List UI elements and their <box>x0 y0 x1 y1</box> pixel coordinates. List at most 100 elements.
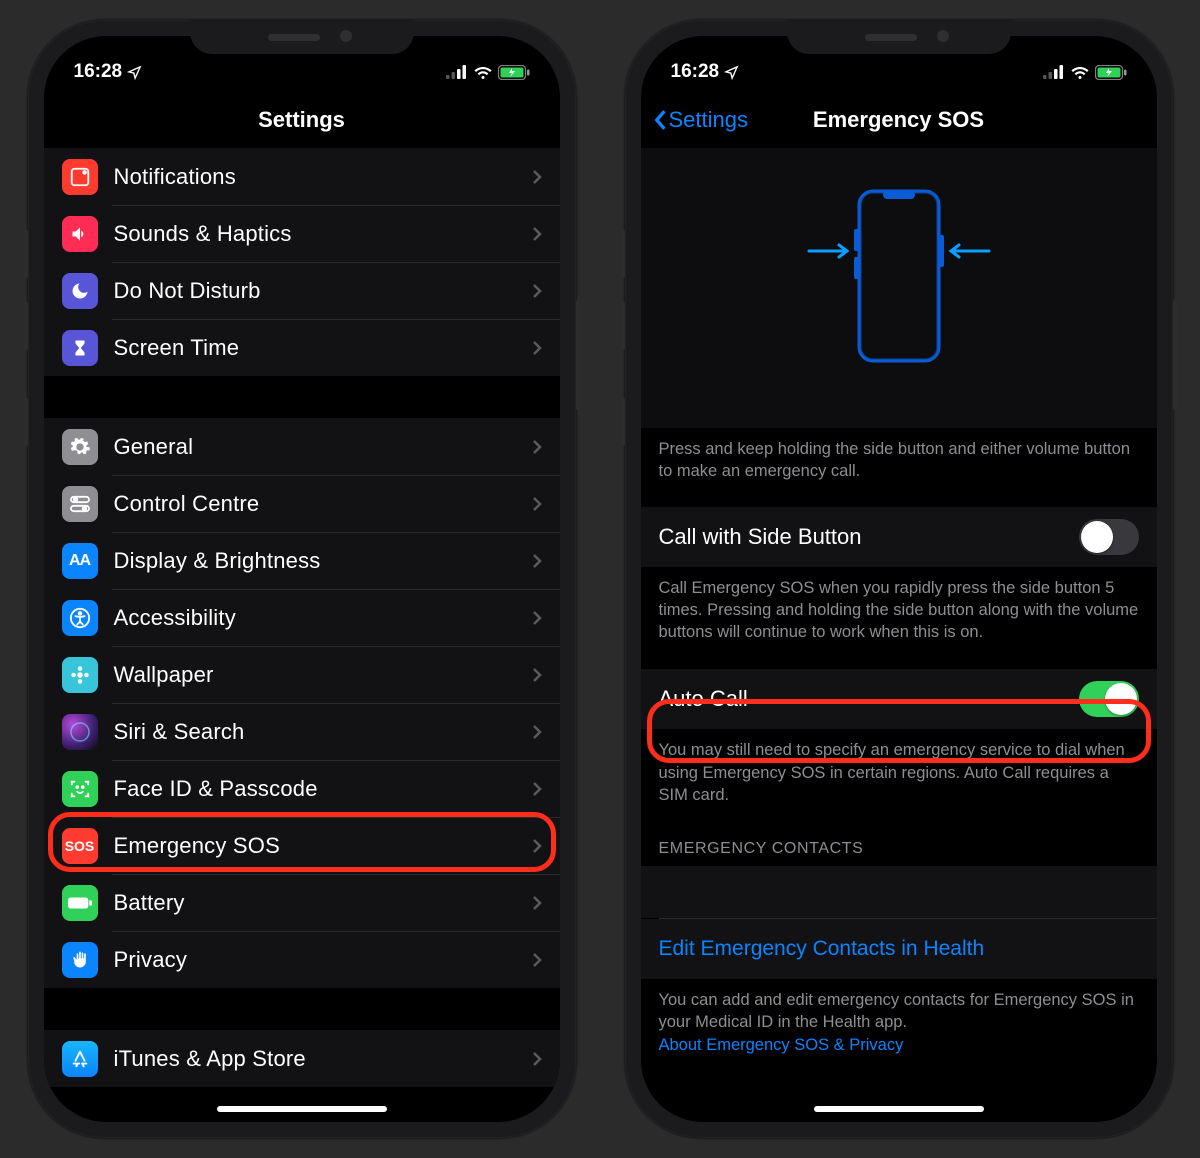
chevron-left-icon <box>653 109 667 131</box>
battery-cell-icon <box>62 885 98 921</box>
nav-header: Settings Emergency SOS <box>641 92 1157 148</box>
face-id-icon <box>62 771 98 807</box>
sos-icon: SOS <box>62 828 98 864</box>
cell-sos[interactable]: SOS Emergency SOS <box>44 817 560 874</box>
appstore-icon <box>62 1041 98 1077</box>
cell-display[interactable]: AA Display & Brightness <box>44 532 560 589</box>
link-label: Edit Emergency Contacts in Health <box>659 937 985 961</box>
cell-siri[interactable]: Siri & Search <box>44 703 560 760</box>
settings-list[interactable]: Notifications Sounds & Haptics Do Not Di… <box>44 148 560 1122</box>
accessibility-icon <box>62 600 98 636</box>
cellular-icon <box>446 65 468 79</box>
settings-group-3: iTunes & App Store <box>44 1030 560 1087</box>
cell-label: General <box>114 434 532 460</box>
chevron-right-icon <box>532 781 542 797</box>
chevron-right-icon <box>532 724 542 740</box>
cell-privacy[interactable]: Privacy <box>44 931 560 988</box>
auto-call-row[interactable]: Auto Call <box>641 669 1157 729</box>
cell-notifications[interactable]: Notifications <box>44 148 560 205</box>
cell-sounds[interactable]: Sounds & Haptics <box>44 205 560 262</box>
call-side-caption: Call Emergency SOS when you rapidly pres… <box>641 567 1157 644</box>
chevron-right-icon <box>532 952 542 968</box>
wifi-icon <box>1070 65 1090 79</box>
call-with-side-button-row[interactable]: Call with Side Button <box>641 507 1157 567</box>
phone-press-illustration-icon <box>789 183 1009 393</box>
moon-icon <box>62 273 98 309</box>
gear-icon <box>62 429 98 465</box>
chevron-right-icon <box>532 226 542 242</box>
switch-label: Call with Side Button <box>659 524 862 550</box>
flower-icon <box>62 657 98 693</box>
chevron-right-icon <box>532 838 542 854</box>
cell-general[interactable]: General <box>44 418 560 475</box>
screen-settings: 16:28 Settings Notifications <box>44 36 560 1122</box>
emergency-contacts-header: EMERGENCY CONTACTS <box>641 806 1157 866</box>
cell-label: Face ID & Passcode <box>114 776 532 802</box>
about-sos-privacy-link[interactable]: About Emergency SOS & Privacy <box>659 1034 1139 1056</box>
auto-call-caption: You may still need to specify an emergen… <box>641 729 1157 806</box>
cell-wallpaper[interactable]: Wallpaper <box>44 646 560 703</box>
cell-label: Screen Time <box>114 335 532 361</box>
home-indicator[interactable] <box>814 1106 984 1112</box>
chevron-right-icon <box>532 610 542 626</box>
chevron-right-icon <box>532 667 542 683</box>
chevron-right-icon <box>532 340 542 356</box>
status-time: 16:28 <box>74 61 123 83</box>
auto-call-toggle[interactable] <box>1079 681 1139 717</box>
sos-illustration <box>641 148 1157 428</box>
cell-label: Battery <box>114 890 532 916</box>
home-indicator[interactable] <box>217 1106 387 1112</box>
location-icon <box>127 65 142 80</box>
wifi-icon <box>473 65 493 79</box>
cell-battery[interactable]: Battery <box>44 874 560 931</box>
battery-icon <box>498 65 530 80</box>
cell-label: Privacy <box>114 947 532 973</box>
cell-screentime[interactable]: Screen Time <box>44 319 560 376</box>
cell-controlcentre[interactable]: Control Centre <box>44 475 560 532</box>
sos-content[interactable]: Press and keep holding the side button a… <box>641 148 1157 1122</box>
cellular-icon <box>1043 65 1065 79</box>
switches-icon <box>62 486 98 522</box>
contacts-empty <box>641 866 1157 918</box>
cell-label: Accessibility <box>114 605 532 631</box>
status-time: 16:28 <box>671 61 720 83</box>
chevron-right-icon <box>532 553 542 569</box>
notch <box>190 20 414 54</box>
cell-label: Emergency SOS <box>114 833 532 859</box>
sounds-icon <box>62 216 98 252</box>
notifications-icon <box>62 159 98 195</box>
nav-header: Settings <box>44 92 560 148</box>
cell-label: Notifications <box>114 164 532 190</box>
text-size-icon: AA <box>62 543 98 579</box>
phone-left: 16:28 Settings Notifications <box>28 20 576 1138</box>
hand-icon <box>62 942 98 978</box>
chevron-right-icon <box>532 283 542 299</box>
call-side-toggle[interactable] <box>1079 519 1139 555</box>
battery-icon <box>1095 65 1127 80</box>
back-button[interactable]: Settings <box>653 107 749 133</box>
chevron-right-icon <box>532 895 542 911</box>
settings-group-2: General Control Centre AA Display & Brig… <box>44 418 560 988</box>
cell-appstore[interactable]: iTunes & App Store <box>44 1030 560 1087</box>
cell-accessibility[interactable]: Accessibility <box>44 589 560 646</box>
cell-dnd[interactable]: Do Not Disturb <box>44 262 560 319</box>
switch-label: Auto Call <box>659 686 748 712</box>
notch <box>787 20 1011 54</box>
location-icon <box>724 65 739 80</box>
page-title: Emergency SOS <box>813 107 984 133</box>
siri-icon <box>62 714 98 750</box>
cell-label: Display & Brightness <box>114 548 532 574</box>
phone-right: 16:28 Settings Emergency SOS <box>625 20 1173 1138</box>
cell-label: iTunes & App Store <box>114 1046 532 1072</box>
chevron-right-icon <box>532 169 542 185</box>
chevron-right-icon <box>532 496 542 512</box>
back-label: Settings <box>669 107 749 133</box>
screen-sos: 16:28 Settings Emergency SOS <box>641 36 1157 1122</box>
cell-label: Sounds & Haptics <box>114 221 532 247</box>
settings-group-1: Notifications Sounds & Haptics Do Not Di… <box>44 148 560 376</box>
cell-label: Siri & Search <box>114 719 532 745</box>
cell-label: Do Not Disturb <box>114 278 532 304</box>
edit-emergency-contacts-link[interactable]: Edit Emergency Contacts in Health <box>641 919 1157 979</box>
cell-faceid[interactable]: Face ID & Passcode <box>44 760 560 817</box>
chevron-right-icon <box>532 439 542 455</box>
